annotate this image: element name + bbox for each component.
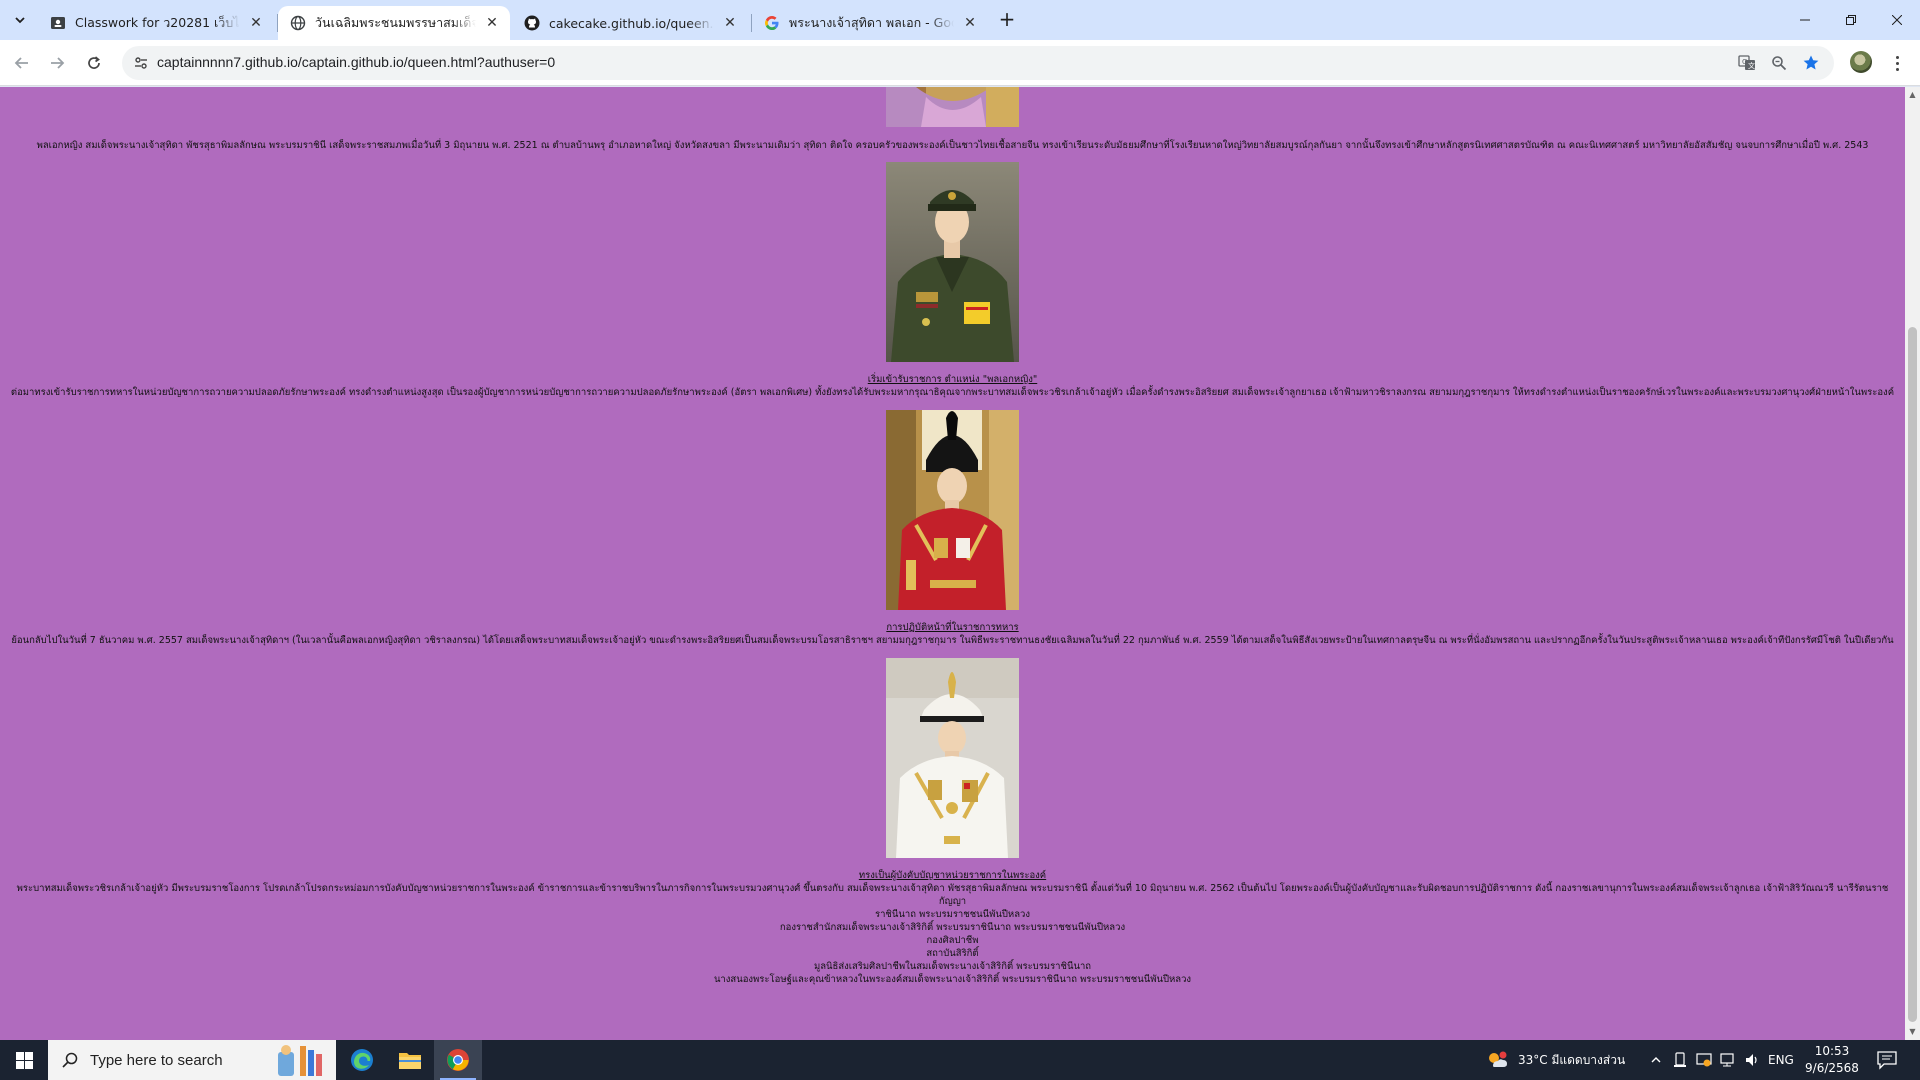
page-content: พลเอกหญิง สมเด็จพระนางเจ้าสุทิดา พัชรสุธ… xyxy=(0,87,1905,986)
scroll-down-arrow-icon[interactable]: ▼ xyxy=(1908,1027,1917,1036)
notification-icon xyxy=(1877,1051,1897,1070)
taskbar-file-explorer-button[interactable] xyxy=(386,1040,434,1080)
close-icon[interactable]: ✕ xyxy=(722,15,738,31)
globe-icon xyxy=(290,15,306,31)
minimize-icon xyxy=(1800,19,1810,21)
clock-time: 10:53 xyxy=(1814,1044,1850,1058)
system-clock[interactable]: 10:53 9/6/2568 xyxy=(1800,1043,1864,1077)
portrait-photo-ceremonial-red xyxy=(886,410,1019,610)
clock-date: 9/6/2568 xyxy=(1805,1061,1859,1075)
notification-center-button[interactable] xyxy=(1876,1050,1898,1070)
folder-icon xyxy=(399,1053,421,1069)
browser-toolbar: captainnnnn7.github.io/captain.github.io… xyxy=(0,40,1920,86)
forward-button[interactable] xyxy=(45,51,69,75)
weather-text[interactable]: 33°C มีแดดบางส่วน xyxy=(1518,1040,1625,1080)
taskbar-search-box[interactable]: Type here to search xyxy=(48,1040,336,1080)
close-icon[interactable]: ✕ xyxy=(484,15,500,31)
portrait-photo-ceremonial-white xyxy=(886,658,1019,858)
search-highlight-illustration-icon xyxy=(270,1042,332,1078)
restore-button[interactable] xyxy=(1828,0,1874,40)
zoom-icon[interactable] xyxy=(1770,54,1788,72)
browser-menu-button[interactable] xyxy=(1888,51,1906,75)
site-info-icon[interactable] xyxy=(132,54,150,72)
tab-strip: Classwork for ว20281 เว็บไซต์มุลค่ ✕ วัน… xyxy=(0,0,1920,40)
tab-title: Classwork for ว20281 เว็บไซต์มุลค่ xyxy=(75,15,240,30)
section-heading: การปฏิบัติหน้าที่ในราชการทหาร xyxy=(886,622,1019,633)
windows-taskbar: Type here to search 33°C มีแดดบางส่วน EN… xyxy=(0,1040,1920,1080)
arrow-right-icon xyxy=(51,57,65,69)
new-tab-button[interactable]: + xyxy=(995,8,1019,32)
arrow-left-icon xyxy=(14,57,28,69)
network-icon[interactable] xyxy=(1720,1052,1736,1068)
svg-text:文: 文 xyxy=(1748,61,1755,70)
section-paragraph: ต่อมาทรงเข้ารับราชการทหารในหน่วยบัญชาการ… xyxy=(10,387,1895,398)
section-paragraph: พระบาทสมเด็จพระวชิรเกล้าเจ้าอยู่หัว มีพร… xyxy=(16,883,1889,907)
github-icon xyxy=(524,15,540,31)
restore-icon xyxy=(1846,15,1856,25)
list-item: มูลนิธิส่งเสริมศิลปาชีพในสมเด็จพระนางเจ้… xyxy=(813,961,1092,972)
dot-icon xyxy=(1895,55,1899,59)
list-item: สถาบันสิริกิติ์ xyxy=(926,948,979,959)
list-item: ราชินีนาถ พระบรมราชชนนีพันปีหลวง xyxy=(874,909,1030,920)
taskbar-chrome-button[interactable] xyxy=(434,1040,482,1080)
section-paragraph: ย้อนกลับไปในวันที่ 7 ธันวาคม พ.ศ. 2557 ส… xyxy=(11,635,1894,646)
bio-paragraph: พลเอกหญิง สมเด็จพระนางเจ้าสุทิดา พัชรสุธ… xyxy=(36,140,1869,151)
tab-cakecake[interactable]: cakecake.github.io/queen.html ✕ xyxy=(512,6,748,40)
svg-text:G: G xyxy=(1742,58,1747,66)
close-icon xyxy=(1892,15,1902,25)
device-icon[interactable] xyxy=(1672,1052,1688,1068)
section-heading: เริ่มเข้ารับราชการ ตำแหน่ง "พลเอกหญิง" xyxy=(867,374,1038,385)
tab-classwork[interactable]: Classwork for ว20281 เว็บไซต์มุลค่ ✕ xyxy=(38,6,274,40)
reload-button[interactable] xyxy=(82,51,106,75)
back-button[interactable] xyxy=(10,51,34,75)
close-window-button[interactable] xyxy=(1874,0,1920,40)
profile-avatar[interactable] xyxy=(1850,51,1872,73)
search-icon xyxy=(62,1052,78,1068)
weather-sun-cloud-icon[interactable] xyxy=(1486,1050,1508,1070)
volume-icon[interactable] xyxy=(1744,1052,1760,1068)
language-indicator[interactable]: ENG xyxy=(1768,1040,1794,1080)
tab-google-search[interactable]: พระนางเจ้าสุทิดา พลเอก - Google Search ✕ xyxy=(752,6,988,40)
portrait-photo-military xyxy=(886,162,1019,362)
bookmark-star-icon[interactable] xyxy=(1802,54,1820,72)
tab-search-button[interactable] xyxy=(8,9,32,31)
taskbar-edge-button[interactable] xyxy=(338,1040,386,1080)
chevron-up-icon[interactable] xyxy=(1648,1052,1664,1068)
list-item: กองราชสำนักสมเด็จพระนางเจ้าสิริกิติ์ พระ… xyxy=(779,922,1126,933)
start-button[interactable] xyxy=(0,1040,48,1080)
classroom-favicon-icon xyxy=(50,15,66,31)
reload-icon xyxy=(88,56,100,69)
security-status-icon[interactable] xyxy=(1696,1052,1712,1068)
page-scrollbar[interactable]: ▲ ▼ xyxy=(1905,87,1920,1040)
scroll-thumb[interactable] xyxy=(1908,327,1917,1022)
tab-title: พระนางเจ้าสุทิดา พลเอก - Google Search xyxy=(789,15,954,30)
google-icon xyxy=(764,15,780,31)
chrome-icon xyxy=(447,1049,469,1071)
tab-title: วันเฉลิมพระชนมพรรษาสมเด็จพระนางเจ้า xyxy=(315,15,476,30)
list-item: กองศิลปาชีพ xyxy=(926,935,979,946)
edge-icon xyxy=(351,1049,373,1071)
scroll-up-arrow-icon[interactable]: ▲ xyxy=(1908,90,1917,99)
tab-queen-page[interactable]: วันเฉลิมพระชนมพรรษาสมเด็จพระนางเจ้า ✕ xyxy=(278,6,510,40)
dot-icon xyxy=(1895,67,1899,71)
section-heading: ทรงเป็นผู้บังคับบัญชาหน่วยราชการในพระองค… xyxy=(858,870,1047,881)
minimize-button[interactable] xyxy=(1782,0,1828,40)
list-item: นางสนองพระโอษฐ์และคุณข้าหลวงในพระองค์สมเ… xyxy=(713,974,1192,985)
windows-logo-icon xyxy=(15,1051,33,1069)
tab-title: cakecake.github.io/queen.html xyxy=(549,15,714,31)
dot-icon xyxy=(1895,61,1899,65)
close-icon[interactable]: ✕ xyxy=(248,15,264,31)
url-text[interactable]: captainnnnn7.github.io/captain.github.io… xyxy=(157,54,555,70)
page-viewport: พลเอกหญิง สมเด็จพระนางเจ้าสุทิดา พัชรสุธ… xyxy=(0,87,1905,1040)
close-icon[interactable]: ✕ xyxy=(962,15,978,31)
translate-icon[interactable]: G文 xyxy=(1738,54,1756,72)
search-placeholder: Type here to search xyxy=(90,1051,223,1069)
address-bar[interactable]: captainnnnn7.github.io/captain.github.io… xyxy=(122,46,1834,80)
chevron-down-icon xyxy=(15,17,25,24)
portrait-photo-top xyxy=(886,87,1019,127)
